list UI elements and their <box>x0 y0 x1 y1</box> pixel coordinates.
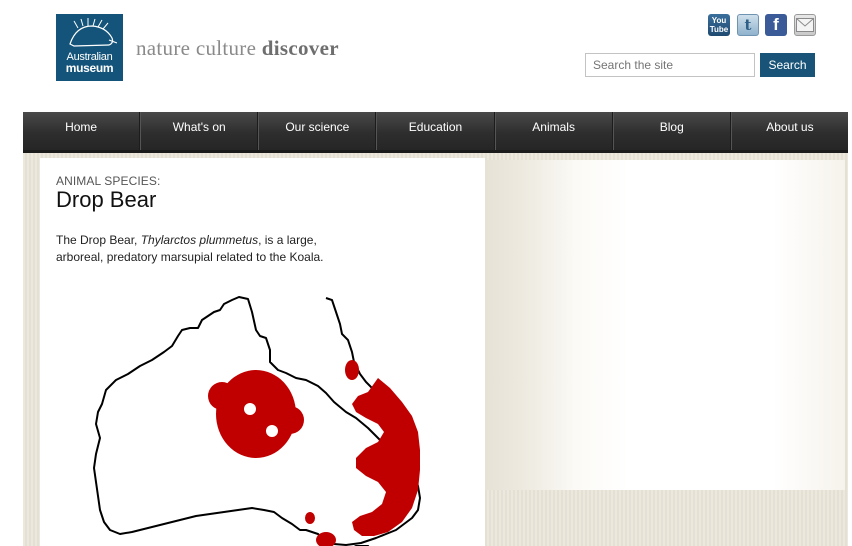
intro-text-start: The Drop Bear, <box>56 233 141 247</box>
nav-item-education[interactable]: Education <box>376 112 495 150</box>
email-icon[interactable] <box>794 14 816 36</box>
echidna-logo-icon <box>69 18 117 47</box>
youtube-icon-label: You Tube <box>709 16 729 34</box>
search-input[interactable] <box>585 53 755 77</box>
nav-item-blog[interactable]: Blog <box>612 112 731 150</box>
distribution-map <box>56 278 446 546</box>
article-kicker: ANIMAL SPECIES: <box>56 174 161 188</box>
australia-map-icon <box>93 296 421 546</box>
logo-text-line2: museum <box>65 61 114 75</box>
twitter-icon[interactable]: t <box>737 14 759 36</box>
australian-museum-logo[interactable]: Australian museum <box>56 14 123 81</box>
twitter-icon-label: t <box>744 16 752 34</box>
envelope-icon <box>796 18 814 32</box>
nav-item-whats-on[interactable]: What's on <box>140 112 259 150</box>
site-tagline: nature culture discover <box>136 36 339 61</box>
nav-item-our-science[interactable]: Our science <box>258 112 377 150</box>
nav-item-home[interactable]: Home <box>23 112 141 150</box>
nav-item-animals[interactable]: Animals <box>494 112 613 150</box>
nav-item-about-us[interactable]: About us <box>730 112 848 150</box>
facebook-icon-label: f <box>773 15 779 34</box>
tagline-part1: nature culture <box>136 36 257 60</box>
page-title: Drop Bear <box>56 187 157 212</box>
scientific-name: Thylarctos plummetus <box>140 233 259 247</box>
youtube-icon[interactable]: You Tube <box>708 14 730 36</box>
facebook-icon[interactable]: f <box>765 14 787 36</box>
search-button[interactable]: Search <box>760 53 815 77</box>
tagline-part2: discover <box>261 36 339 60</box>
main-navigation: Home What's on Our science Education Ani… <box>23 112 848 153</box>
article-intro: The Drop Bear, Thylarctos plummetus, is … <box>56 232 346 266</box>
sidebar-shadow <box>485 160 575 490</box>
